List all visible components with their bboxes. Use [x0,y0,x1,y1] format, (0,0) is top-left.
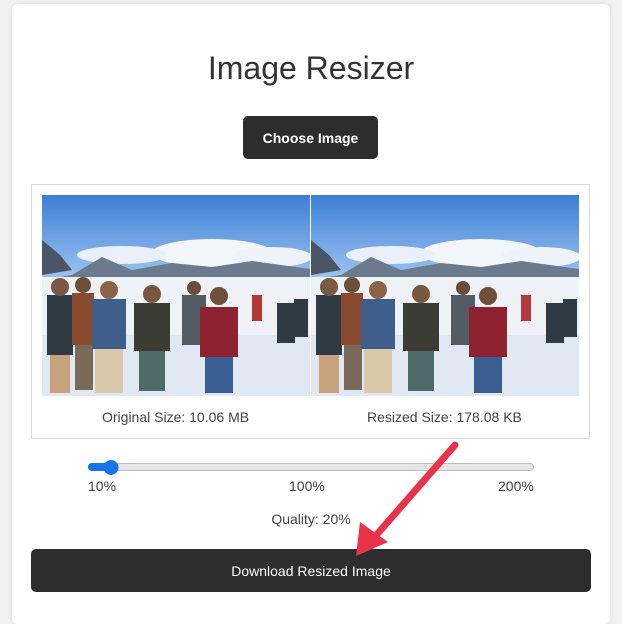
original-image [42,195,310,396]
page-title: Image Resizer [207,50,415,86]
slider-mid-label: 100% [289,478,325,494]
slider-min-label: 10% [88,478,117,494]
resized-size-label: Resized Size: 178.08 KB [367,409,522,425]
resized-image [311,195,579,396]
slider-track[interactable] [88,463,534,471]
quality-label: Quality: 20% [271,511,351,527]
slider-max-label: 200% [498,478,534,494]
original-size-label: Original Size: 10.06 MB [102,409,250,425]
image-preview-panel: Original Size: 10.06 MB Resized Size: 17… [31,184,590,439]
quality-slider[interactable] [88,460,534,475]
slider-thumb[interactable] [103,460,119,475]
choose-image-button[interactable]: Choose Image [243,116,378,159]
download-resized-image-button[interactable]: Download Resized Image [31,549,591,592]
